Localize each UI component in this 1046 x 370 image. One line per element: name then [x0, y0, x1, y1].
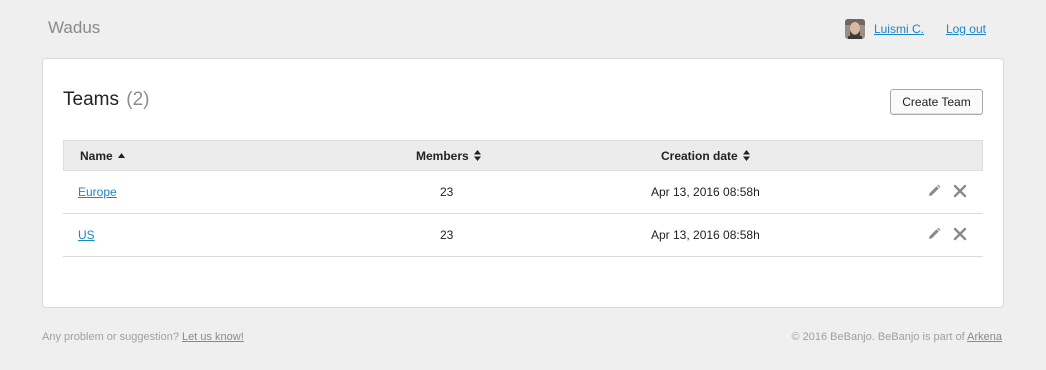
close-icon[interactable]	[953, 227, 967, 241]
teams-count: (2)	[126, 89, 150, 110]
close-icon[interactable]	[953, 184, 967, 198]
teams-table: Name Members Creation date Europe 23 Apr…	[63, 140, 983, 257]
column-date-label: Creation date	[661, 148, 738, 163]
page-title: Teams (2)	[63, 89, 149, 111]
sort-icon	[742, 150, 750, 161]
create-team-button[interactable]: Create Team	[890, 89, 983, 115]
column-header-creation-date[interactable]: Creation date	[661, 149, 750, 163]
footer-copyright: © 2016 BeBanjo. BeBanjo is part of Arken…	[791, 331, 1002, 343]
feedback-link[interactable]: Let us know!	[182, 331, 244, 343]
row-actions	[927, 227, 967, 241]
table-row: Europe 23 Apr 13, 2016 08:58h	[63, 171, 983, 214]
column-header-members[interactable]: Members	[416, 149, 481, 163]
user-area: Luismi C. Log out	[844, 19, 986, 39]
pencil-icon[interactable]	[927, 227, 941, 241]
team-creation-date: Apr 13, 2016 08:58h	[651, 185, 760, 199]
team-members-count: 23	[440, 228, 454, 242]
brand-logo[interactable]: Wadus	[48, 18, 100, 38]
table-row: US 23 Apr 13, 2016 08:58h	[63, 214, 983, 257]
caret-up-icon	[117, 153, 125, 158]
logout-link[interactable]: Log out	[946, 22, 986, 36]
avatar[interactable]	[844, 19, 865, 39]
footer-feedback: Any problem or suggestion? Let us know!	[42, 331, 244, 343]
team-name-link[interactable]: US	[78, 228, 95, 242]
copyright-text: © 2016 BeBanjo. BeBanjo is part of	[791, 331, 965, 343]
column-members-label: Members	[416, 148, 469, 163]
arkena-link[interactable]: Arkena	[967, 331, 1002, 343]
teams-title: Teams	[63, 89, 119, 110]
user-profile-link[interactable]: Luismi C.	[874, 22, 924, 36]
row-actions	[927, 184, 967, 198]
table-header: Name Members Creation date	[63, 140, 983, 171]
sort-icon	[473, 150, 481, 161]
column-name-label: Name	[80, 148, 113, 163]
teams-card: Teams (2) Create Team Name Members Creat…	[42, 58, 1004, 308]
team-creation-date: Apr 13, 2016 08:58h	[651, 228, 760, 242]
column-header-name[interactable]: Name	[80, 149, 125, 163]
footer-feedback-text: Any problem or suggestion?	[42, 331, 179, 343]
team-members-count: 23	[440, 185, 454, 199]
pencil-icon[interactable]	[927, 184, 941, 198]
team-name-link[interactable]: Europe	[78, 185, 117, 199]
top-bar: Wadus Luismi C. Log out	[0, 0, 1046, 58]
